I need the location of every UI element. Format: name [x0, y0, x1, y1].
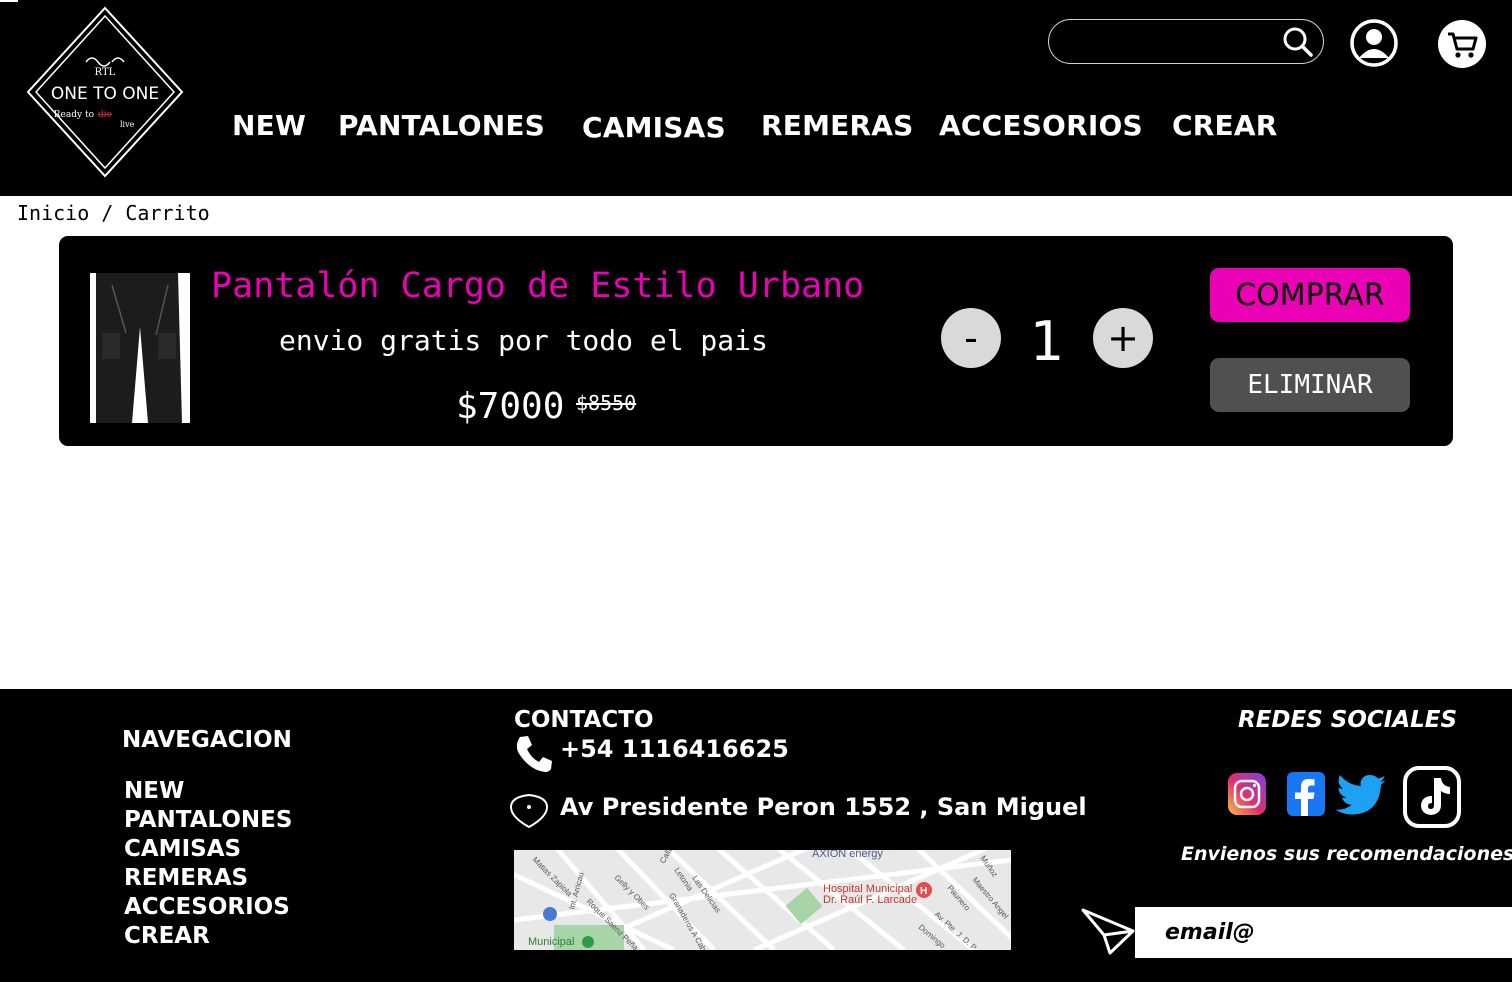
- location-map[interactable]: H Hospital Municipal Dr. Raúl F. Larcade…: [514, 850, 1011, 950]
- quantity-increase-button[interactable]: +: [1093, 308, 1153, 368]
- footer-nav-list: NEW PANTALONES CAMISAS REMERAS ACCESORIO…: [124, 777, 292, 951]
- product-price: $7000: [456, 386, 565, 427]
- footer-nav-item-pantalones[interactable]: PANTALONES: [124, 806, 292, 835]
- logo-tagline-strike: die: [98, 110, 112, 120]
- hospital-marker: H: [920, 886, 927, 897]
- nav-item-remeras[interactable]: REMERAS: [761, 109, 913, 142]
- site-footer: NAVEGACION NEW PANTALONES CAMISAS REMERA…: [0, 689, 1512, 982]
- map-label-hospital-b: Dr. Raúl F. Larcade: [823, 894, 917, 906]
- corner-mark: [0, 0, 18, 2]
- product-old-price: $8550: [576, 391, 637, 415]
- email-field-wrapper: [1135, 907, 1512, 958]
- tiktok-icon[interactable]: [1403, 766, 1461, 828]
- footer-nav-item-new[interactable]: NEW: [124, 777, 292, 806]
- send-icon[interactable]: [1080, 907, 1136, 957]
- footer-contact-title: CONTACTO: [514, 707, 654, 733]
- twitter-icon[interactable]: [1336, 770, 1388, 824]
- search-icon[interactable]: [1281, 25, 1315, 59]
- recommend-text: Envienos sus recomendaciones: [1181, 843, 1512, 865]
- search-bar: [1048, 19, 1324, 64]
- search-input[interactable]: [1067, 28, 1267, 56]
- nav-item-camisas[interactable]: CAMISAS: [582, 111, 726, 144]
- footer-social-title: REDES SOCIALES: [1238, 707, 1458, 733]
- footer-nav-item-camisas[interactable]: CAMISAS: [124, 835, 292, 864]
- map-label-energy: AXION energy: [812, 850, 883, 860]
- cart-item-card: Pantalón Cargo de Estilo Urbano envio gr…: [59, 236, 1453, 446]
- remove-button[interactable]: ELIMINAR: [1210, 358, 1410, 412]
- nav-item-pantalones[interactable]: PANTALONES: [338, 109, 545, 142]
- email-field[interactable]: [1165, 915, 1485, 949]
- location-pin-icon: [509, 793, 549, 829]
- footer-nav-item-crear[interactable]: CREAR: [124, 922, 292, 951]
- nav-item-new[interactable]: NEW: [232, 109, 306, 142]
- footer-nav-item-remeras[interactable]: REMERAS: [124, 864, 292, 893]
- breadcrumb[interactable]: Inicio / Carrito: [17, 201, 210, 225]
- quantity-value: 1: [1029, 310, 1065, 373]
- logo-tagline-text: Ready to: [54, 110, 94, 120]
- cart-icon[interactable]: [1437, 19, 1487, 69]
- quantity-decrease-button[interactable]: -: [941, 308, 1001, 368]
- logo-top-text: RTL: [95, 67, 116, 78]
- buy-button[interactable]: COMPRAR: [1210, 268, 1410, 322]
- facebook-icon[interactable]: [1287, 772, 1325, 816]
- nav-item-accesorios[interactable]: ACCESORIOS: [939, 109, 1143, 142]
- user-icon[interactable]: [1349, 18, 1399, 68]
- product-image[interactable]: [90, 273, 190, 423]
- footer-nav-title: NAVEGACION: [122, 727, 292, 753]
- logo-name-text: ONE TO ONE: [51, 84, 159, 104]
- product-title[interactable]: Pantalón Cargo de Estilo Urbano: [211, 266, 864, 306]
- logo-tagline-live: live: [120, 120, 135, 129]
- site-header: RTL ONE TO ONE Ready to die live NEW PAN…: [0, 0, 1512, 196]
- shipping-note: envio gratis por todo el pais: [279, 324, 768, 357]
- address: Av Presidente Peron 1552 , San Miguel: [560, 793, 1087, 821]
- nav-item-crear[interactable]: CREAR: [1172, 109, 1277, 142]
- instagram-icon[interactable]: [1227, 772, 1267, 816]
- footer-nav-item-accesorios[interactable]: ACCESORIOS: [124, 893, 292, 922]
- phone-number[interactable]: +54 1116416625: [560, 735, 789, 763]
- map-label-municipal: Municipal: [528, 936, 574, 948]
- site-logo[interactable]: RTL ONE TO ONE Ready to die live: [26, 6, 184, 178]
- phone-icon: [516, 736, 552, 772]
